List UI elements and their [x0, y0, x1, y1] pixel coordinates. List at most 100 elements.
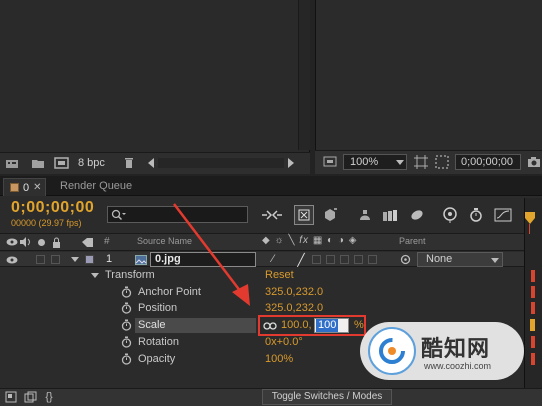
brainstorm-icon[interactable] — [440, 206, 460, 224]
scale-stopwatch-icon[interactable] — [120, 319, 132, 331]
project-panel — [0, 0, 310, 174]
layer-switch-box-fx[interactable] — [312, 255, 321, 264]
layer-switch-box-frame-blend[interactable] — [326, 255, 335, 264]
search-icon — [110, 207, 128, 222]
image-footage-icon — [135, 254, 147, 265]
current-time-display[interactable]: 0;00;00;00 — [11, 199, 94, 217]
parent-dropdown-chevron-icon[interactable] — [490, 256, 500, 264]
anchor-point-stopwatch-icon[interactable] — [120, 286, 132, 298]
bit-depth-label[interactable]: 8 bpc — [78, 157, 105, 169]
auto-keyframe-icon[interactable] — [466, 206, 486, 224]
opacity-label: Opacity — [138, 353, 176, 365]
layer-visibility-icon[interactable] — [6, 253, 18, 266]
hide-shy-layers-icon[interactable] — [355, 206, 375, 224]
quality-icon[interactable]: ╲ — [288, 235, 295, 246]
composition-icon — [10, 183, 19, 192]
layer-solo-box[interactable] — [36, 255, 45, 264]
audio-switch-icon[interactable] — [19, 235, 31, 249]
layer-label-color[interactable] — [85, 255, 94, 264]
rotation-value[interactable]: 0x+0.0° — [265, 336, 303, 348]
comp-mini-flowchart-icon[interactable] — [260, 207, 284, 223]
viewer-timecode[interactable]: 0;00;00;00 — [455, 154, 521, 170]
parent-pick-whip-icon[interactable] — [399, 253, 411, 266]
transform-label[interactable]: Transform — [105, 269, 155, 281]
video-switch-icon[interactable] — [6, 235, 18, 249]
graph-editor-icon[interactable] — [493, 206, 513, 224]
motion-blur-switch-icon[interactable]: ◐ — [327, 235, 334, 246]
keyframe-marker — [531, 286, 535, 298]
live-update-icon[interactable] — [294, 205, 314, 225]
watermark-url: www.coozhi.com — [424, 361, 492, 371]
interpret-footage-icon[interactable] — [4, 156, 20, 170]
tab-render-queue[interactable]: Render Queue — [52, 179, 142, 195]
trash-icon[interactable] — [122, 156, 136, 170]
keyframe-marker — [530, 319, 535, 331]
rotation-stopwatch-icon[interactable] — [120, 336, 132, 348]
watermark-logo — [368, 327, 416, 375]
scroll-left-icon[interactable] — [146, 157, 156, 169]
project-panel-scrollbar[interactable] — [298, 0, 310, 150]
adjustment-layer-icon[interactable]: ◑ — [338, 235, 345, 246]
horizontal-scrollbar-track[interactable] — [158, 158, 284, 168]
tab-composition-label: 0 — [23, 181, 30, 194]
expand-layer-chevron-icon[interactable] — [70, 254, 80, 264]
region-of-interest-icon[interactable] — [434, 154, 450, 170]
parent-value: None — [426, 253, 453, 265]
parent-column-label[interactable]: Parent — [399, 236, 426, 246]
opacity-value[interactable]: 100% — [265, 353, 293, 365]
layer-quality-switch-icon[interactable]: ╱ — [296, 253, 306, 266]
switches-column-icons[interactable]: ◆ ☼ ╲ fx ▦ ◐ ◑ ◈ — [262, 235, 357, 246]
always-preview-icon[interactable] — [322, 154, 338, 168]
tab-composition[interactable]: 0 ✕ — [3, 178, 46, 196]
transform-expand-chevron-icon[interactable] — [90, 270, 100, 280]
layer-lock-box[interactable] — [51, 255, 60, 264]
motion-blur-icon[interactable] — [406, 206, 426, 224]
draft-3d-icon[interactable] — [320, 206, 340, 224]
annotation-arrow — [173, 203, 250, 306]
position-stopwatch-icon[interactable] — [120, 302, 132, 314]
keyframe-track — [524, 234, 542, 394]
scale-highlight-box — [258, 315, 366, 336]
close-icon[interactable]: ✕ — [33, 182, 41, 193]
snapshot-icon[interactable] — [526, 154, 542, 170]
watermark-title: 酷知网 — [421, 336, 491, 361]
anchor-point-value[interactable]: 325.0,232.0 — [265, 286, 323, 298]
comp-viewer — [315, 0, 542, 150]
solo-switch-icon[interactable] — [36, 235, 46, 249]
frame-blending-icon[interactable] — [380, 206, 400, 224]
new-folder-icon[interactable] — [30, 156, 46, 170]
new-composition-icon[interactable] — [53, 156, 69, 170]
scale-label: Scale — [138, 319, 166, 331]
comp-options-icon[interactable] — [4, 390, 18, 404]
layer-options-icon[interactable] — [23, 390, 37, 404]
hash-column-label: # — [104, 236, 110, 247]
frame-blend-icon[interactable]: ▦ — [313, 235, 323, 246]
layer-number: 1 — [106, 253, 113, 265]
current-time-indicator-icon[interactable] — [525, 212, 535, 224]
layer-switch-box-motion-blur[interactable] — [340, 255, 349, 264]
zoom-dropdown-icon[interactable] — [395, 158, 405, 166]
scroll-right-icon[interactable] — [286, 157, 296, 169]
expand-modes-icon[interactable]: {} — [42, 390, 56, 404]
keyframe-marker — [531, 270, 535, 282]
label-tag-icon[interactable] — [80, 235, 94, 249]
opacity-stopwatch-icon[interactable] — [120, 353, 132, 365]
frame-info: 00000 (29.97 fps) — [11, 218, 82, 228]
collapse-icon[interactable]: ☼ — [274, 235, 284, 246]
layer-collapse-switch-icon[interactable]: ⁄ — [268, 253, 278, 266]
safe-margins-icon[interactable] — [413, 154, 429, 170]
keyframe-marker — [531, 336, 535, 348]
rotation-label: Rotation — [138, 336, 179, 348]
transform-reset-link[interactable]: Reset — [265, 269, 294, 281]
layer-switch-box-3d[interactable] — [368, 255, 377, 264]
keyframe-marker — [531, 353, 535, 365]
layer-switch-box-adjustment[interactable] — [354, 255, 363, 264]
lock-switch-icon[interactable] — [51, 235, 61, 249]
position-value[interactable]: 325.0,232.0 — [265, 302, 323, 314]
toggle-switches-modes-button[interactable]: Toggle Switches / Modes — [262, 389, 392, 405]
zoom-value: 100% — [350, 156, 379, 168]
keyframe-marker — [531, 302, 535, 314]
effect-icon[interactable]: fx — [299, 235, 309, 246]
3d-layer-icon[interactable]: ◈ — [349, 235, 358, 246]
shy-icon[interactable]: ◆ — [262, 235, 271, 246]
